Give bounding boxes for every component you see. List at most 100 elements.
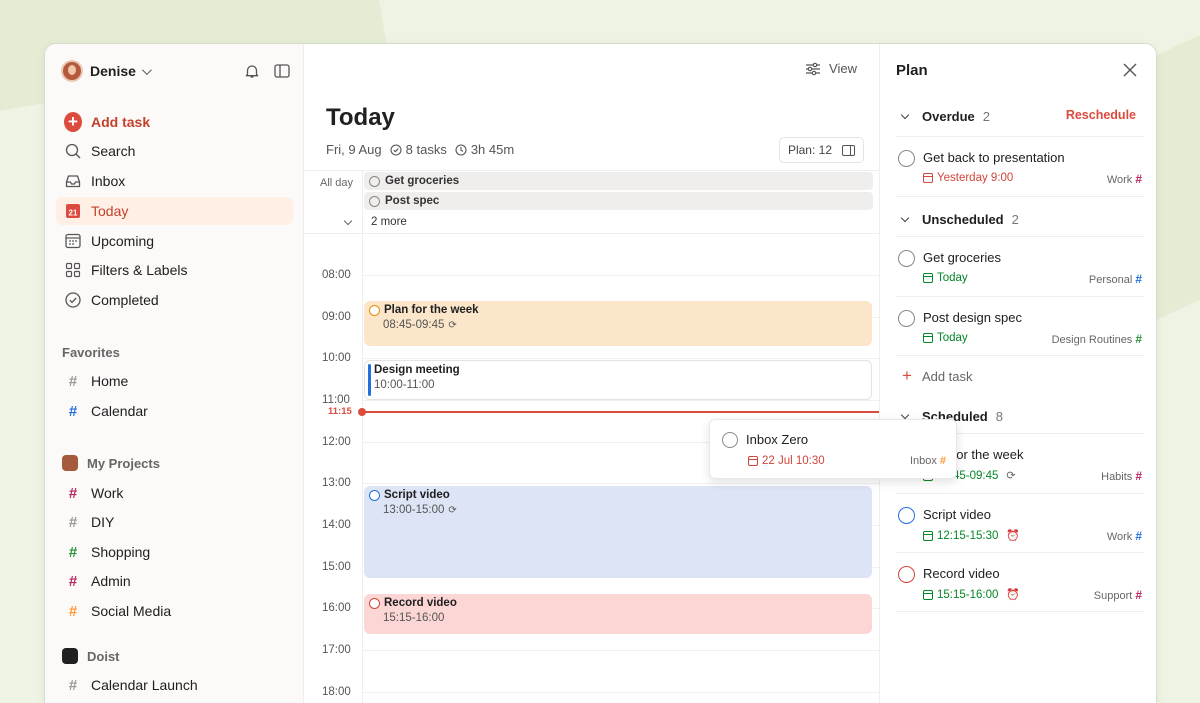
project-shopping[interactable]: # Shopping <box>56 538 293 566</box>
event-title: Script video <box>384 489 450 501</box>
team-logo <box>62 648 78 664</box>
task-checkbox[interactable] <box>369 489 380 501</box>
task-item[interactable]: Get back to presentation Yesterday 9:00 … <box>896 148 1144 206</box>
all-day-event[interactable]: Get groceries <box>364 172 873 190</box>
group-count: 2 <box>982 109 990 124</box>
favorite-home[interactable]: # Home <box>56 367 293 395</box>
project-admin[interactable]: # Admin <box>56 567 293 595</box>
nav-label: Completed <box>91 292 159 308</box>
task-checkbox[interactable] <box>898 150 915 167</box>
hour-label: 12:00 <box>322 436 351 448</box>
event-time: 10:00-11:00 <box>374 379 435 391</box>
task-item[interactable]: Post design spec Today Design Routines # <box>896 308 1144 366</box>
nav-completed[interactable]: Completed <box>56 286 293 314</box>
task-item[interactable]: Record video 15:15-16:00 ⏰ Support # <box>896 564 1144 622</box>
task-checkbox[interactable] <box>369 195 380 207</box>
today-date: Fri, 9 Aug <box>326 142 382 157</box>
task-item[interactable]: Get groceries Today Personal # <box>896 248 1144 306</box>
calendar-event[interactable]: Design meeting 10:00-11:00 <box>364 360 872 400</box>
team-heading[interactable]: Doist <box>62 648 120 664</box>
current-time-line <box>362 411 879 413</box>
task-checkbox[interactable] <box>898 250 915 267</box>
reschedule-button[interactable]: Reschedule <box>1066 108 1136 122</box>
hash-icon: # <box>1135 469 1142 483</box>
user-menu[interactable]: Denise <box>61 59 152 83</box>
hash-icon: # <box>68 676 78 694</box>
hash-icon: # <box>1135 588 1142 602</box>
add-task-button[interactable]: + Add task <box>56 108 293 136</box>
my-projects-heading[interactable]: My Projects <box>62 455 160 471</box>
dragged-task-card[interactable]: Inbox Zero 22 Jul 10:30 Inbox # <box>709 419 957 479</box>
task-checkbox[interactable] <box>898 507 915 524</box>
nav-upcoming[interactable]: Upcoming <box>56 227 293 255</box>
current-time-label: 11:15 <box>328 406 352 417</box>
view-button[interactable]: View <box>805 61 857 76</box>
favorites-heading: Favorites <box>62 345 120 360</box>
bell-icon[interactable] <box>243 62 261 80</box>
chevron-down-icon <box>141 64 152 75</box>
nav-filters-labels[interactable]: Filters & Labels <box>56 256 293 284</box>
avatar <box>62 455 78 471</box>
task-checkbox[interactable] <box>898 310 915 327</box>
check-circle-icon <box>390 143 402 156</box>
total-duration: 3h 45m <box>470 142 515 157</box>
calendar-icon <box>923 589 933 600</box>
task-name: Get back to presentation <box>923 150 1065 165</box>
project-work[interactable]: # Work <box>56 479 293 507</box>
all-day-event[interactable]: Post spec <box>364 192 873 210</box>
task-date: 22 Jul 10:30 <box>762 455 825 467</box>
task-checkbox[interactable] <box>722 432 738 448</box>
panel-icon <box>842 144 855 156</box>
task-item[interactable]: Script video 12:15-15:30 ⏰ Work # <box>896 505 1144 563</box>
chevron-down-icon <box>900 410 910 420</box>
group-count: 8 <box>995 409 1003 424</box>
alarm-icon: ⏰ <box>1006 530 1021 542</box>
group-title: Unscheduled <box>922 212 1004 227</box>
hash-icon: # <box>68 402 78 420</box>
chevron-down-icon[interactable] <box>343 216 353 226</box>
calendar-event[interactable]: Script video 13:00-15:00 ⟳ <box>364 486 872 578</box>
sidebar-toggle-icon[interactable] <box>273 62 291 80</box>
nav-label: Upcoming <box>91 233 155 249</box>
group-header-overdue[interactable]: Overdue 2 <box>900 109 990 124</box>
nav-search[interactable]: Search <box>56 137 293 165</box>
recurring-icon: ⟳ <box>448 319 457 331</box>
project-label: Calendar Launch <box>91 677 198 693</box>
add-task-button[interactable]: + Add task <box>902 366 973 386</box>
calendar-event[interactable]: Plan for the week 08:45-09:45 ⟳ <box>364 301 872 346</box>
task-checkbox[interactable] <box>898 566 915 583</box>
group-header-unscheduled[interactable]: Unscheduled 2 <box>900 212 1019 227</box>
task-project: Personal <box>1088 274 1133 286</box>
favorite-calendar[interactable]: # Calendar <box>56 397 293 425</box>
view-label: View <box>829 61 857 76</box>
event-time: 13:00-15:00 <box>383 504 445 516</box>
task-checkbox[interactable] <box>369 175 380 187</box>
task-project: Work <box>1106 531 1133 543</box>
hour-label: 17:00 <box>322 644 351 656</box>
event-time: 08:45-09:45 <box>383 319 445 331</box>
calendar-event[interactable]: Record video 15:15-16:00 <box>364 594 872 634</box>
close-icon[interactable] <box>1122 62 1138 78</box>
hash-icon: # <box>68 543 78 561</box>
sidebar: Denise + Add task Search Inbox 21 Today <box>45 44 304 703</box>
task-checkbox[interactable] <box>369 597 380 609</box>
add-task-label: Add task <box>921 368 973 384</box>
task-name: Inbox Zero <box>746 432 809 447</box>
event-title: Plan for the week <box>384 304 479 316</box>
task-project: Work <box>1106 174 1133 186</box>
project-diy[interactable]: # DIY <box>56 508 293 536</box>
plus-icon: + <box>902 366 912 385</box>
plus-icon: + <box>64 112 82 132</box>
task-name: Record video <box>923 566 1000 581</box>
more-events-link[interactable]: 2 more <box>371 216 407 228</box>
nav-today[interactable]: 21 Today <box>56 197 293 225</box>
project-calendar-launch[interactable]: # Calendar Launch <box>56 671 293 699</box>
task-checkbox[interactable] <box>369 304 380 316</box>
today-view: View Today Fri, 9 Aug 8 tasks 3h 45m Pla… <box>304 44 879 703</box>
calendar-icon <box>748 456 758 466</box>
today-meta: Fri, 9 Aug 8 tasks 3h 45m <box>326 142 514 157</box>
nav-inbox[interactable]: Inbox <box>56 167 293 195</box>
plan-toggle-button[interactable]: Plan: 12 <box>778 137 864 163</box>
app-window: Denise + Add task Search Inbox 21 Today <box>44 43 1157 703</box>
project-social-media[interactable]: # Social Media <box>56 597 293 625</box>
